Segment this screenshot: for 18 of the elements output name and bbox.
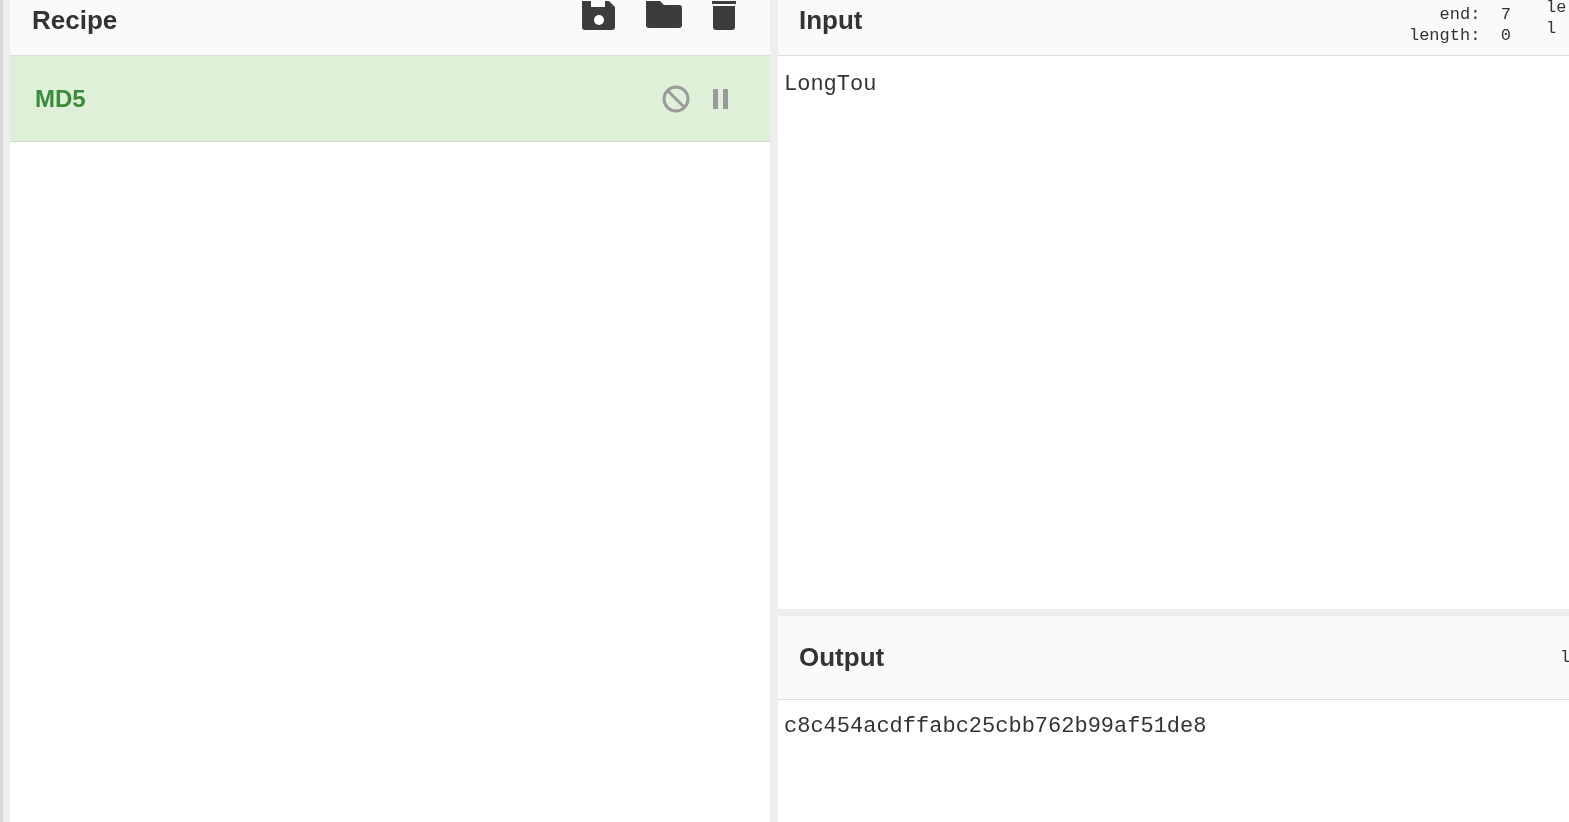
stat-text: l xyxy=(1546,18,1557,39)
output-text: c8c454acdffabc25cbb762b99af51de8 xyxy=(784,713,1207,741)
panel-title: Output xyxy=(799,641,885,674)
folder-icon[interactable] xyxy=(646,1,682,28)
stat-text: length: 0 xyxy=(1408,25,1511,46)
operation-name: MD5 xyxy=(35,83,86,114)
disable-icon[interactable] xyxy=(662,84,690,113)
panel-title: Recipe xyxy=(32,4,118,37)
splitter-bar[interactable] xyxy=(0,0,10,822)
stat-text: end: 7 xyxy=(1438,4,1511,25)
stat-text: l xyxy=(1560,647,1569,668)
stat-text: le xyxy=(1546,0,1567,18)
operation-row[interactable]: MD5 xyxy=(10,56,770,142)
save-icon[interactable] xyxy=(582,1,616,30)
pause-icon[interactable] xyxy=(712,88,730,109)
panel-title: Input xyxy=(799,4,863,37)
input-field[interactable]: LongTou xyxy=(784,68,1563,101)
trash-icon[interactable] xyxy=(712,1,736,30)
